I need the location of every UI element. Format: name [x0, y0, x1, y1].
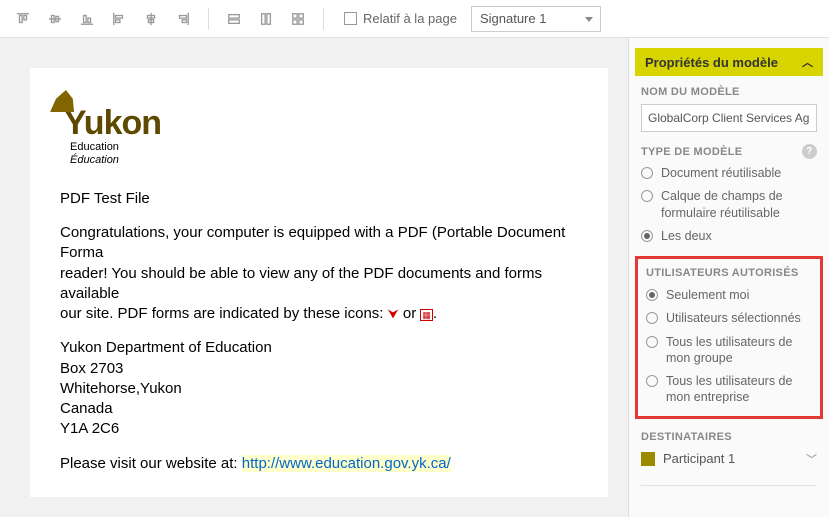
help-icon[interactable]: ?	[802, 144, 817, 159]
radio-icon	[641, 167, 653, 179]
logo: Yukon Education Éducation	[60, 108, 578, 167]
align-right-icon[interactable]	[170, 6, 196, 32]
panel-header[interactable]: Propriétés du modèle ︿	[635, 48, 823, 76]
document-viewport[interactable]: Yukon Education Éducation PDF Test File …	[0, 38, 628, 517]
radio-group-users[interactable]: Tous les utilisateurs de mon groupe	[646, 334, 812, 367]
model-name-label: NOM DU MODÈLE	[641, 86, 817, 98]
chevron-up-icon: ︿	[802, 54, 813, 70]
toolbar: Relatif à la page Signature 1	[0, 0, 829, 38]
match-size-icon[interactable]	[285, 6, 311, 32]
doc-title: PDF Test File	[60, 189, 578, 209]
model-type-section: TYPE DE MODÈLE ? Document réutilisable C…	[629, 144, 829, 256]
model-type-label: TYPE DE MODÈLE ?	[641, 144, 817, 159]
radio-both[interactable]: Les deux	[641, 228, 817, 244]
address-line: Whitehorse,Yukon	[60, 379, 578, 399]
radio-reusable-doc[interactable]: Document réutilisable	[641, 165, 817, 181]
radio-icon	[641, 190, 653, 202]
authorized-users-radios: Seulement moi Utilisateurs sélectionnés …	[646, 287, 812, 406]
main-area: Yukon Education Éducation PDF Test File …	[0, 38, 829, 517]
address-line: Canada	[60, 399, 578, 419]
radio-company-users[interactable]: Tous les utilisateurs de mon entreprise	[646, 373, 812, 406]
relative-label: Relatif à la page	[363, 11, 457, 26]
chevron-down-icon: ﹀	[806, 451, 817, 467]
align-bottom-icon[interactable]	[74, 6, 100, 32]
address-line: Y1A 2C6	[60, 419, 578, 439]
logo-subtitle: Education Éducation	[70, 141, 578, 167]
align-center-v-icon[interactable]	[138, 6, 164, 32]
radio-icon	[646, 375, 658, 387]
separator	[208, 8, 209, 30]
match-height-icon[interactable]	[253, 6, 279, 32]
address-line: Yukon Department of Education	[60, 338, 578, 358]
radio-icon	[646, 336, 658, 348]
checkbox-icon	[344, 12, 357, 25]
radio-form-layer[interactable]: Calque de champs de formulaire réutilisa…	[641, 188, 817, 221]
align-left-icon[interactable]	[106, 6, 132, 32]
panel-title: Propriétés du modèle	[645, 55, 778, 70]
radio-icon	[646, 289, 658, 301]
model-name-section: NOM DU MODÈLE	[629, 86, 829, 144]
color-swatch-icon	[641, 452, 655, 466]
authorized-users-label: UTILISATEURS AUTORISÉS	[646, 267, 812, 279]
website-link[interactable]: http://www.education.gov.yk.ca/	[242, 455, 451, 472]
document-body: PDF Test File Congratulations, your comp…	[60, 189, 578, 474]
recipient-row[interactable]: Participant 1 ﹀	[641, 449, 817, 469]
recipient-name: Participant 1	[663, 451, 735, 466]
radio-only-me[interactable]: Seulement moi	[646, 287, 812, 303]
relative-to-page-checkbox[interactable]: Relatif à la page	[344, 11, 457, 26]
signature-select: Signature 1	[471, 6, 601, 32]
model-name-input[interactable]	[641, 104, 817, 132]
recipients-section: DESTINATAIRES Participant 1 ﹀	[629, 431, 829, 481]
doc-paragraph: Congratulations, your computer is equipp…	[60, 223, 578, 324]
model-type-radios: Document réutilisable Calque de champs d…	[641, 165, 817, 244]
separator	[323, 8, 324, 30]
document-page: Yukon Education Éducation PDF Test File …	[30, 68, 608, 497]
radio-icon	[646, 312, 658, 324]
radio-selected-users[interactable]: Utilisateurs sélectionnés	[646, 310, 812, 326]
recipients-label: DESTINATAIRES	[641, 431, 817, 443]
pdf-icon: ⮟	[388, 306, 399, 321]
logo-text: Yukon	[60, 108, 161, 139]
address-line: Box 2703	[60, 359, 578, 379]
radio-icon	[641, 230, 653, 242]
separator	[641, 485, 817, 486]
authorized-users-section: UTILISATEURS AUTORISÉS Seulement moi Uti…	[635, 256, 823, 419]
properties-sidebar: Propriétés du modèle ︿ NOM DU MODÈLE TYP…	[628, 38, 829, 517]
align-top-icon[interactable]	[10, 6, 36, 32]
signature-select-wrap[interactable]: Signature 1	[471, 6, 601, 32]
align-middle-h-icon[interactable]	[42, 6, 68, 32]
pdf-file-icon: ▦	[420, 309, 433, 321]
match-width-icon[interactable]	[221, 6, 247, 32]
website-line: Please visit our website at: http://www.…	[60, 454, 578, 474]
